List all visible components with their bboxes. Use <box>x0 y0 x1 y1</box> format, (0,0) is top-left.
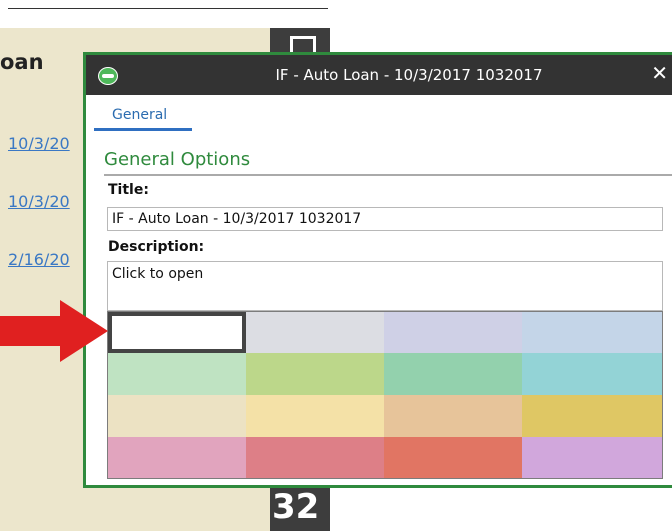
background-date-link[interactable]: 10/3/20 <box>8 192 70 211</box>
title-field[interactable] <box>107 207 663 231</box>
dialog-titlebar: IF - Auto Loan - 10/3/2017 1032017 ✕ <box>86 55 672 95</box>
description-field[interactable]: Click to open <box>107 261 663 311</box>
color-swatch[interactable] <box>384 395 522 437</box>
section-divider <box>104 174 672 176</box>
color-swatch[interactable] <box>246 395 384 437</box>
section-heading: General Options <box>104 149 251 170</box>
description-label: Description: <box>108 239 205 255</box>
color-swatch[interactable] <box>522 395 662 437</box>
background-date-link[interactable]: 10/3/20 <box>8 134 70 153</box>
folder-icon <box>290 36 316 53</box>
color-swatch[interactable] <box>108 437 246 478</box>
title-label: Title: <box>108 182 149 198</box>
edit-tile-dialog: IF - Auto Loan - 10/3/2017 1032017 ✕ Gen… <box>83 52 672 488</box>
color-swatch[interactable] <box>384 437 522 478</box>
color-swatch[interactable] <box>246 353 384 395</box>
color-palette <box>107 311 663 479</box>
color-swatch[interactable] <box>522 353 662 395</box>
color-swatch[interactable] <box>384 353 522 395</box>
color-swatch[interactable] <box>108 312 246 353</box>
color-swatch[interactable] <box>246 312 384 353</box>
color-swatch[interactable] <box>108 395 246 437</box>
close-icon[interactable]: ✕ <box>651 61 668 85</box>
background-page-title: oan <box>0 50 44 74</box>
color-swatch[interactable] <box>384 312 522 353</box>
description-text: Click to open <box>112 266 204 282</box>
top-divider <box>8 8 328 9</box>
color-swatch[interactable] <box>246 437 384 478</box>
tab-active-indicator <box>94 128 192 131</box>
tab-general[interactable]: General <box>96 107 183 123</box>
color-swatch[interactable] <box>522 437 662 478</box>
color-swatch[interactable] <box>108 353 246 395</box>
background-tile-number: 32 <box>272 487 320 527</box>
red-arrow-icon <box>0 300 108 362</box>
color-swatch[interactable] <box>522 312 662 353</box>
background-date-link[interactable]: 2/16/20 <box>8 250 70 269</box>
dialog-title: IF - Auto Loan - 10/3/2017 1032017 <box>275 66 543 84</box>
